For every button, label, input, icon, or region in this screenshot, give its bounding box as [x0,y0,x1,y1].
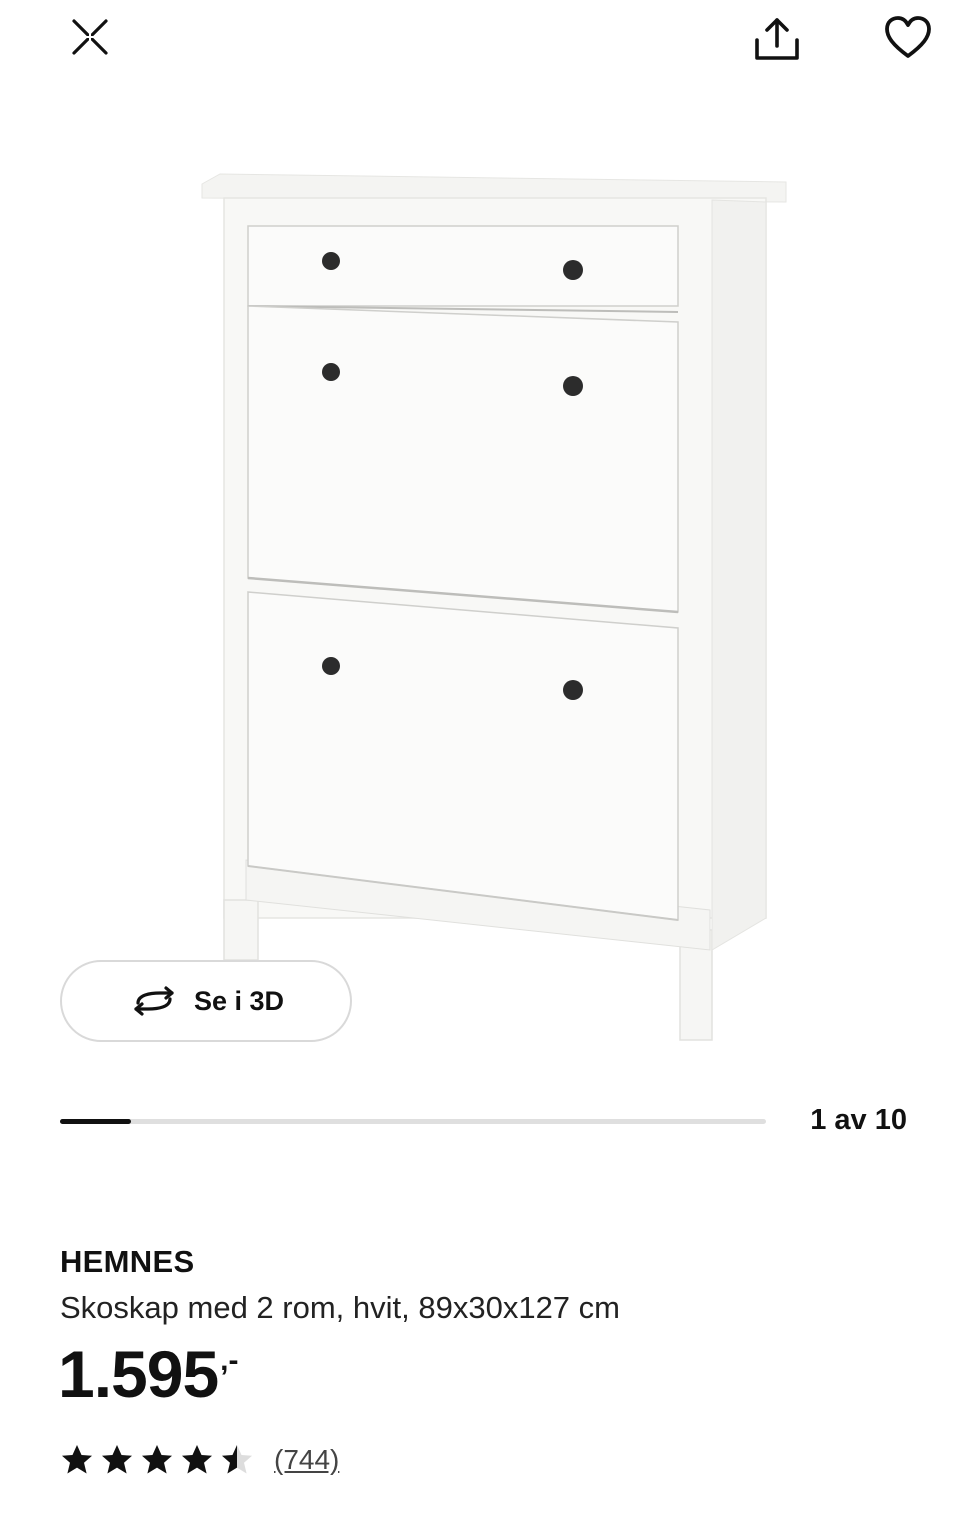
star-icon [102,1445,132,1474]
favorite-button[interactable] [878,10,938,66]
price-amount: 1.595 [58,1337,219,1411]
star-icon [222,1445,252,1474]
star-icon [62,1445,92,1474]
product-description: Skoskap med 2 rom, hvit, 89x30x127 cm [60,1290,620,1325]
close-x-icon [72,19,108,55]
product-image[interactable] [190,160,800,1050]
product-brand: HEMNES [60,1244,195,1279]
share-upload-icon [755,18,799,60]
product-page: Se i 3D 1 av 10 HEMNES Skoskap med 2 rom… [0,0,960,1530]
star-icon [142,1445,172,1474]
image-carousel-progress-fill [60,1119,131,1124]
heart-outline-icon [885,16,931,58]
review-count-link[interactable]: (744) [274,1444,339,1476]
rating-stars [60,1443,254,1477]
product-rating[interactable]: (744) [60,1440,339,1480]
image-carousel-progress[interactable] [60,1119,766,1124]
star-icon [182,1445,212,1474]
close-button[interactable] [62,12,118,62]
share-button[interactable] [745,10,809,66]
image-counter: 1 av 10 [810,1104,907,1136]
product-price: 1.595 ,- [58,1337,239,1411]
view-in-3d-button[interactable]: Se i 3D [60,960,352,1042]
view-in-3d-label: Se i 3D [193,985,285,1016]
price-suffix: ,- [220,1344,239,1377]
rotate-arrows-icon [134,986,174,1016]
